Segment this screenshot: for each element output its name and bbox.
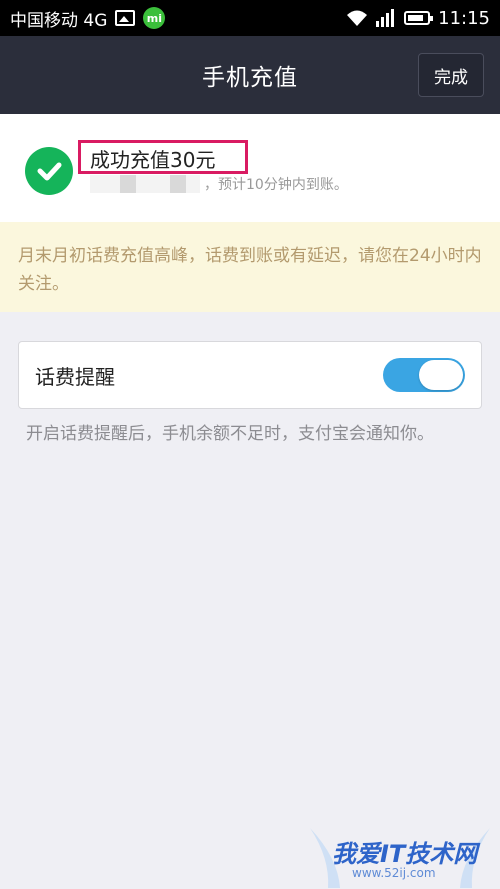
status-bar: 中国移动 4G mi 11:15	[0, 0, 500, 36]
image-icon	[115, 10, 136, 26]
reminder-row: 话费提醒	[18, 341, 482, 409]
success-panel: 成功充值30元 ，预计10分钟内到账。	[0, 114, 500, 222]
battery-icon	[404, 11, 434, 25]
reminder-label: 话费提醒	[35, 364, 115, 389]
reminder-description: 开启话费提醒后，手机余额不足时，支付宝会通知你。	[26, 424, 434, 444]
watermark: 我爱IT技术网 www.52ij.com	[300, 818, 500, 889]
clock: 11:15	[438, 7, 490, 29]
carrier-label: 中国移动 4G	[10, 10, 108, 31]
check-circle-icon	[25, 147, 73, 195]
success-title: 成功充值30元	[90, 148, 216, 172]
reminder-toggle[interactable]	[383, 358, 465, 392]
peak-notice: 月末月初话费充值高峰，话费到账或有延迟，请您在24小时内关注。	[0, 222, 500, 312]
success-subtitle: ，预计10分钟内到账。	[90, 174, 348, 194]
nav-bar: 手机充值 完成	[0, 36, 500, 114]
wifi-icon	[346, 9, 368, 27]
masked-phone-number	[90, 175, 200, 193]
done-button[interactable]: 完成	[418, 53, 484, 97]
watermark-text: 我爱IT技术网	[332, 840, 478, 868]
arrival-estimate: ，预计10分钟内到账。	[204, 177, 348, 193]
page-title: 手机充值	[202, 65, 298, 91]
watermark-url: www.52ij.com	[352, 866, 436, 880]
signal-icon	[376, 9, 396, 27]
toggle-knob	[419, 360, 463, 390]
mi-app-icon: mi	[143, 7, 166, 29]
